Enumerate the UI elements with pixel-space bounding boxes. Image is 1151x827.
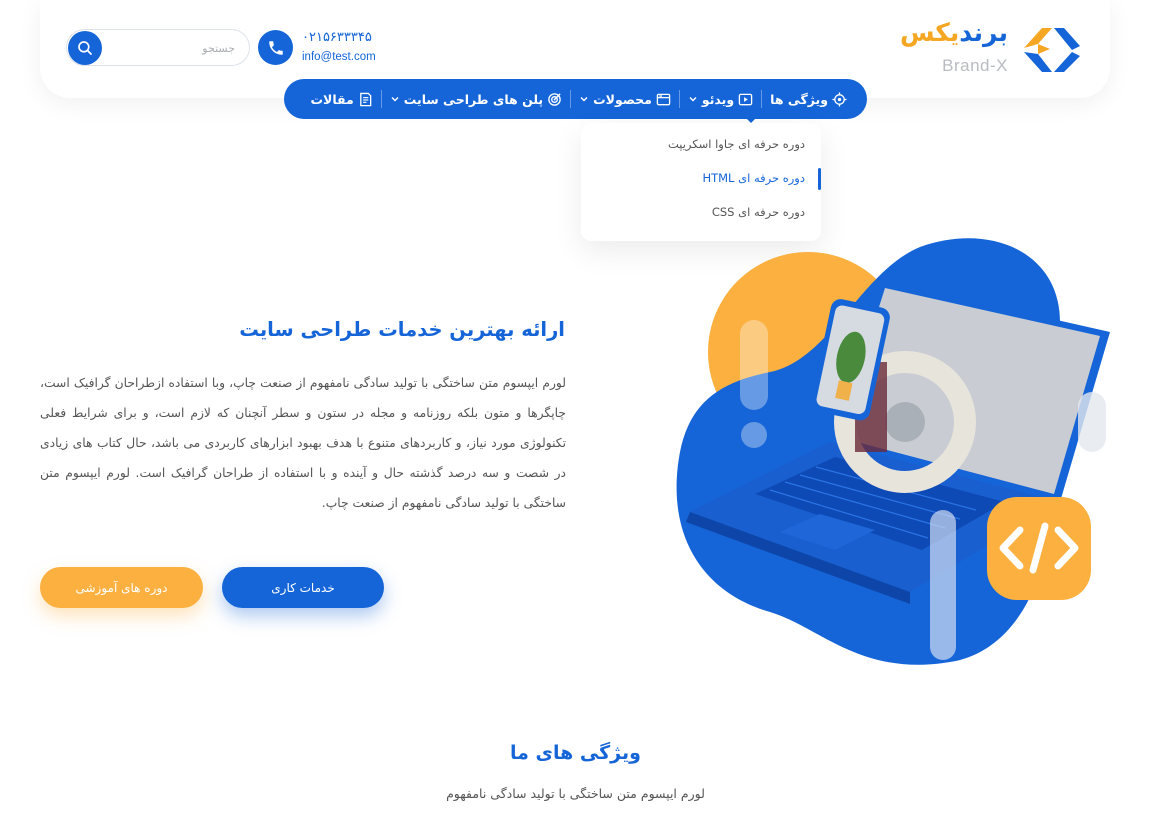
nav-item-products[interactable]: محصولات xyxy=(571,79,679,119)
search-input[interactable] xyxy=(115,38,235,58)
target-icon xyxy=(832,91,847,107)
contact-info: ۰۲۱۵۶۳۳۳۴۵ info@test.com xyxy=(258,30,398,66)
brand-logo-icon xyxy=(1024,28,1080,72)
features-title: ویژگی های ما xyxy=(510,742,641,764)
chevron-down-icon xyxy=(391,97,399,102)
courses-button[interactable]: دوره های آموزشی xyxy=(40,567,203,608)
nav-item-video[interactable]: ویدئو xyxy=(680,79,761,119)
hero-description: لورم ایپسوم متن ساختگی با تولید سادگی نا… xyxy=(40,376,566,510)
brand-name-fa: برندیکس xyxy=(899,18,1008,47)
nav-label: ویدئو xyxy=(701,91,735,107)
nav-active-indicator xyxy=(744,116,758,123)
dart-icon xyxy=(548,92,561,106)
phone-icon[interactable] xyxy=(258,30,293,65)
window-icon xyxy=(656,93,671,105)
services-button[interactable]: خدمات کاری xyxy=(222,567,384,608)
dropdown-item-javascript[interactable]: دوره حرفه ای جاوا اسکریپت xyxy=(605,137,805,151)
nav-item-features[interactable]: ویژگی ها xyxy=(762,79,855,119)
email-link[interactable]: info@test.com xyxy=(302,51,376,63)
search-button[interactable] xyxy=(68,31,102,65)
search-box xyxy=(66,29,250,66)
features-subtitle: لورم ایپسوم متن ساختگی با تولید سادگی نا… xyxy=(446,786,705,801)
document-icon xyxy=(359,92,372,106)
dropdown-active-bar xyxy=(818,168,821,190)
chevron-down-icon xyxy=(689,97,697,102)
laptop-illustration xyxy=(676,238,1110,665)
main-nav: ویژگی ها ویدئو محصولات پلن های طراحی سای… xyxy=(284,79,867,119)
dropdown-item-html[interactable]: دوره حرفه ای HTML xyxy=(605,171,805,185)
dropdown-item-css[interactable]: دوره حرفه ای CSS xyxy=(605,205,805,219)
video-dropdown-menu: دوره حرفه ای جاوا اسکریپت دوره حرفه ای H… xyxy=(581,123,821,241)
video-icon xyxy=(738,93,753,105)
chevron-down-icon xyxy=(580,97,588,102)
nav-label: محصولات xyxy=(593,91,652,107)
nav-item-articles[interactable]: مقالات xyxy=(302,79,380,119)
brand-logo[interactable]: برندیکس Brand-X xyxy=(900,18,1084,80)
phone-number[interactable]: ۰۲۱۵۶۳۳۳۴۵ xyxy=(302,30,372,45)
brand-name-en: Brand-X xyxy=(942,56,1008,75)
nav-label: پلن های طراحی سایت xyxy=(403,91,544,107)
hero-title: ارائه بهترین خدمات طراحی سایت xyxy=(239,318,565,341)
nav-label: ویژگی ها xyxy=(770,91,828,107)
nav-label: مقالات xyxy=(310,91,354,107)
search-icon xyxy=(78,41,92,55)
nav-item-plans[interactable]: پلن های طراحی سایت xyxy=(382,79,570,119)
